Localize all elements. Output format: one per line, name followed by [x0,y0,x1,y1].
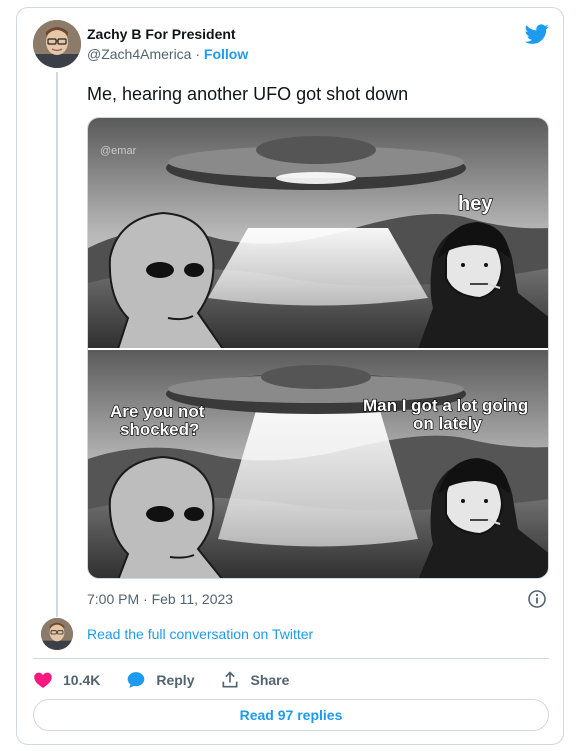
reply-button[interactable]: Reply [126,670,194,690]
follow-link[interactable]: Follow [204,46,248,62]
thread-line [56,72,58,617]
like-count: 10.4K [63,672,101,688]
conversation-avatar[interactable] [41,618,73,650]
author-handle-row: @Zach4America · Follow [87,46,248,62]
share-icon [222,671,238,688]
meme-caption-hey: hey [458,193,493,215]
author-handle[interactable]: @Zach4America [87,46,191,62]
meme-panel-2: Are you not shocked? Man I got a lot goi… [88,349,548,578]
reply-label: Reply [156,672,195,688]
tweet-timestamp[interactable]: 7:00 PM · Feb 11, 2023 [87,591,233,607]
author-avatar[interactable] [33,20,81,68]
handle-separator: · [191,46,204,62]
tweet-actions: 10.4K Reply Share [33,668,315,692]
share-label: Share [250,672,290,688]
tweet-embed-card: Zachy B For President @Zach4America · Fo… [16,7,564,745]
tweet-text: Me, hearing another UFO got shot down [87,84,409,104]
read-replies-button[interactable]: Read 97 replies [33,699,549,731]
twitter-bird-icon[interactable] [525,22,549,46]
meme-caption-right-line1: Man I got a lot going [363,396,528,415]
heart-icon [34,672,52,688]
meme-caption-left-line1: Are you not [110,402,205,421]
meme-panel-1: @emar hey [88,118,548,350]
meme-caption-right-line2: on lately [413,414,483,433]
reply-bubble-icon [128,672,145,688]
meme-caption-left-line2: shocked? [120,420,199,439]
like-button[interactable]: 10.4K [33,670,100,690]
share-button[interactable]: Share [220,670,289,690]
divider [33,658,549,659]
read-full-conversation-link[interactable]: Read the full conversation on Twitter [87,626,313,642]
info-icon[interactable] [527,589,547,609]
author-name[interactable]: Zachy B For President [87,26,236,42]
meme-watermark: @emar [100,145,137,157]
tweet-media-image[interactable]: @emar hey Are you not shocked? Man I got… [87,117,549,579]
